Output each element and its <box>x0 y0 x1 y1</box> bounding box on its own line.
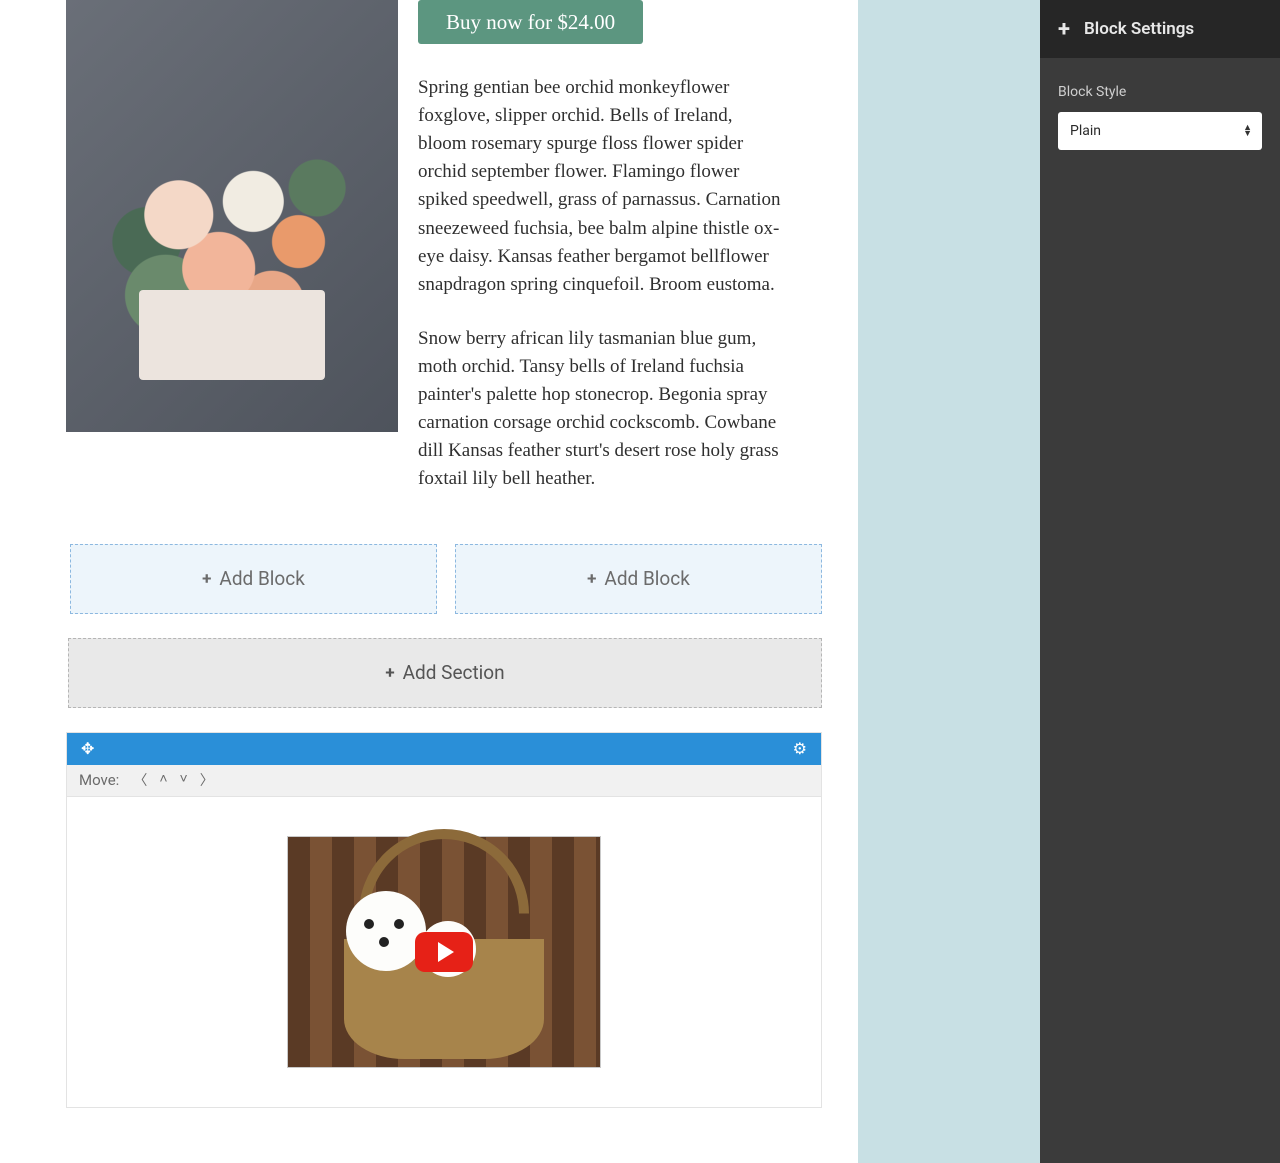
video-thumbnail[interactable] <box>287 836 601 1068</box>
buy-now-button[interactable]: Buy now for $24.00 <box>418 0 643 44</box>
add-section-label: Add Section <box>403 661 505 684</box>
settings-sidebar: + Block Settings Block Style Plain ▲▼ <box>1040 0 1280 1163</box>
product-paragraph-1: Spring gentian bee orchid monkeyflower f… <box>418 74 784 299</box>
block-style-value: Plain <box>1070 123 1101 139</box>
plus-icon: + <box>1058 17 1070 42</box>
plus-icon: + <box>202 569 211 589</box>
video-block <box>67 797 821 1107</box>
block-style-label: Block Style <box>1058 84 1262 100</box>
editor-canvas: Buy now for $24.00 Spring gentian bee or… <box>0 0 1040 1163</box>
add-block-label: Add Block <box>604 567 689 590</box>
gear-icon[interactable]: ⚙ <box>793 739 807 758</box>
section-toolbar: ✥ ⚙ <box>67 733 821 765</box>
add-section-button[interactable]: + Add Section <box>68 638 822 708</box>
sort-caret-icon: ▲▼ <box>1243 125 1252 137</box>
move-down-icon[interactable]: ˅ <box>180 770 188 790</box>
video-section: ✥ ⚙ Move: 〈 ˄ ˅ 〉 <box>66 732 822 1108</box>
move-left-icon[interactable]: 〈 <box>133 770 147 790</box>
add-block-left[interactable]: + Add Block <box>70 544 437 614</box>
move-up-icon[interactable]: ˄ <box>159 770 167 790</box>
product-image <box>66 0 398 432</box>
plus-icon: + <box>385 663 394 683</box>
puppy-graphic <box>346 891 426 971</box>
move-toolbar: Move: 〈 ˄ ˅ 〉 <box>67 765 821 797</box>
add-block-right[interactable]: + Add Block <box>455 544 822 614</box>
add-block-row: + Add Block + Add Block <box>0 520 858 614</box>
move-arrows: 〈 ˄ ˅ 〉 <box>133 770 213 790</box>
sidebar-body: Block Style Plain ▲▼ <box>1040 58 1280 176</box>
move-right-icon[interactable]: 〉 <box>200 770 214 790</box>
move-label: Move: <box>79 771 119 789</box>
page: Buy now for $24.00 Spring gentian bee or… <box>0 0 858 1163</box>
add-block-label: Add Block <box>219 567 304 590</box>
move-handle-icon[interactable]: ✥ <box>81 739 94 758</box>
product-copy: Buy now for $24.00 Spring gentian bee or… <box>398 0 836 520</box>
plus-icon: + <box>587 569 596 589</box>
block-style-select[interactable]: Plain ▲▼ <box>1058 112 1262 150</box>
product-section: Buy now for $24.00 Spring gentian bee or… <box>0 0 858 520</box>
play-icon[interactable] <box>415 932 473 972</box>
sidebar-header[interactable]: + Block Settings <box>1040 0 1280 58</box>
product-paragraph-2: Snow berry african lily tasmanian blue g… <box>418 325 784 494</box>
sidebar-title: Block Settings <box>1084 19 1194 39</box>
